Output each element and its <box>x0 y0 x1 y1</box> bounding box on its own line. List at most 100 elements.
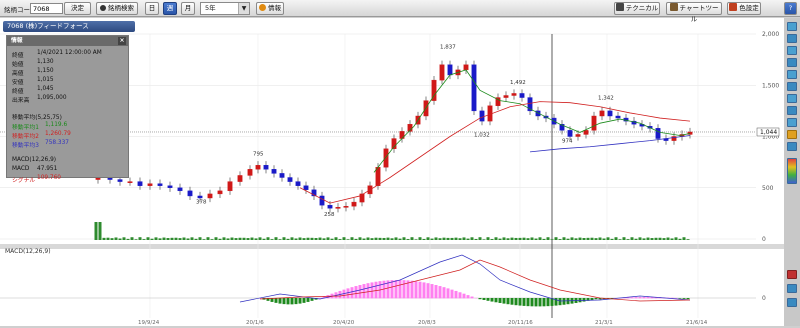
macd-hist-negative <box>687 298 690 299</box>
volume-bar <box>339 239 342 240</box>
info-low-label: 安値 <box>12 77 24 86</box>
period-week-button[interactable]: 週 <box>163 2 177 15</box>
volume-bar <box>347 239 350 240</box>
info-ma2-value: 1,260.79 <box>45 131 71 137</box>
price-tick-label: 1,500 <box>762 82 779 89</box>
side-button-1[interactable] <box>787 22 797 31</box>
side-button-3[interactable] <box>787 46 797 55</box>
palette-icon <box>729 3 737 11</box>
side-button-8[interactable] <box>787 106 797 115</box>
period-month-button[interactable]: 月 <box>181 2 195 15</box>
info-ma3-value: 758.337 <box>45 140 69 146</box>
volume-bar <box>267 237 270 240</box>
side-button-2[interactable] <box>787 34 797 43</box>
charttool-icon <box>670 3 678 11</box>
volume-bar <box>687 239 690 240</box>
volume-bar <box>167 238 170 240</box>
period-month-label: 月 <box>185 4 192 12</box>
candle-down <box>656 128 660 138</box>
info-high-label: 高値 <box>12 68 24 77</box>
side-button-10[interactable] <box>787 130 797 139</box>
info-button[interactable]: 情報 <box>256 2 284 15</box>
volume-bar <box>559 239 562 240</box>
volume-bar <box>631 237 634 240</box>
info-ma1-value: 1,119.6 <box>45 122 67 128</box>
macd-hist-positive <box>647 297 650 298</box>
technical-button-label: テクニカル <box>626 4 659 12</box>
volume-bar <box>539 237 542 240</box>
macd-hist-negative <box>527 298 530 306</box>
macd-side-button-2[interactable] <box>787 298 797 307</box>
info-macd-label: MACD <box>12 166 29 172</box>
macd-hist-negative <box>511 298 514 305</box>
period-day-label: 日 <box>149 4 156 12</box>
period-week-label: 週 <box>167 4 174 12</box>
volume-bar <box>259 237 262 240</box>
chevron-down-icon: ▼ <box>238 3 249 14</box>
close-icon[interactable]: × <box>118 37 126 45</box>
candle-down <box>520 93 524 97</box>
range-select[interactable]: 5年▼ <box>200 2 250 15</box>
price-tick-label: 500 <box>762 185 774 192</box>
info-panel-header: 情報 × <box>7 36 128 46</box>
volume-bar <box>111 238 114 240</box>
volume-bar <box>607 237 610 240</box>
decide-button[interactable]: 決定 <box>64 2 91 15</box>
candle-down <box>264 165 268 169</box>
volume-bar <box>395 237 398 240</box>
color-button[interactable]: 色設定 <box>727 2 761 15</box>
volume-bar <box>443 238 446 240</box>
volume-bar <box>143 239 146 240</box>
technical-button[interactable]: テクニカル <box>614 2 660 15</box>
volume-bar <box>275 237 278 240</box>
side-button-5[interactable] <box>787 70 797 79</box>
volume-bar <box>487 237 490 240</box>
side-button-11[interactable] <box>787 142 797 151</box>
pane-divider <box>0 244 784 249</box>
volume-bar <box>187 238 190 240</box>
side-button-4[interactable] <box>787 58 797 67</box>
price-annotation: 1,837 <box>440 44 456 50</box>
time-tick-label: 21/6/14 <box>686 320 708 326</box>
info-signal-label: シグナル <box>12 175 35 184</box>
stock-title: 7068 (株)フィードフォース <box>3 21 135 32</box>
info-volume-value: 1,095,000 <box>37 95 67 101</box>
code-input[interactable] <box>30 3 63 14</box>
help-button[interactable]: ? <box>784 2 797 15</box>
volume-bar <box>535 239 538 240</box>
volume-bar <box>423 239 426 240</box>
period-day-button[interactable]: 日 <box>145 2 159 15</box>
macd-side-button-1[interactable] <box>787 284 797 293</box>
volume-bar <box>671 238 674 240</box>
macd-hist-negative <box>287 298 290 304</box>
volume-bar <box>431 239 434 240</box>
macd-hist-negative <box>303 298 306 303</box>
volume-bar <box>475 239 478 240</box>
macd-hist-positive <box>375 282 378 299</box>
macd-hist-positive <box>363 284 366 298</box>
side-button-7[interactable] <box>787 94 797 103</box>
charttool-button[interactable]: チャートツール <box>666 2 722 15</box>
price-annotation: 1,492 <box>510 80 526 86</box>
volume-bar <box>255 238 258 240</box>
search-button[interactable]: 銘柄検索 <box>96 2 138 15</box>
decide-button-label: 決定 <box>71 4 84 12</box>
volume-bar <box>391 238 394 240</box>
candle-down <box>448 65 452 75</box>
candle-up <box>352 202 356 206</box>
time-tick-label: 20/11/16 <box>508 320 533 326</box>
info-ma-title: 移動平均(5,25,75) <box>12 112 62 121</box>
color-scale-button[interactable] <box>787 158 797 184</box>
info-signal-value: 109.760 <box>37 175 61 181</box>
time-tick-label: 20/4/20 <box>333 320 355 326</box>
macd-hist-negative <box>543 298 546 306</box>
side-button-6[interactable] <box>787 82 797 91</box>
volume-bar <box>219 239 222 240</box>
volume-bar <box>207 237 210 240</box>
volume-bar <box>331 239 334 240</box>
volume-bar <box>655 238 658 240</box>
volume-bar <box>415 239 418 240</box>
side-button-9[interactable] <box>787 118 797 127</box>
macd-close-button[interactable] <box>787 270 797 279</box>
macd-hist-negative <box>523 298 526 306</box>
